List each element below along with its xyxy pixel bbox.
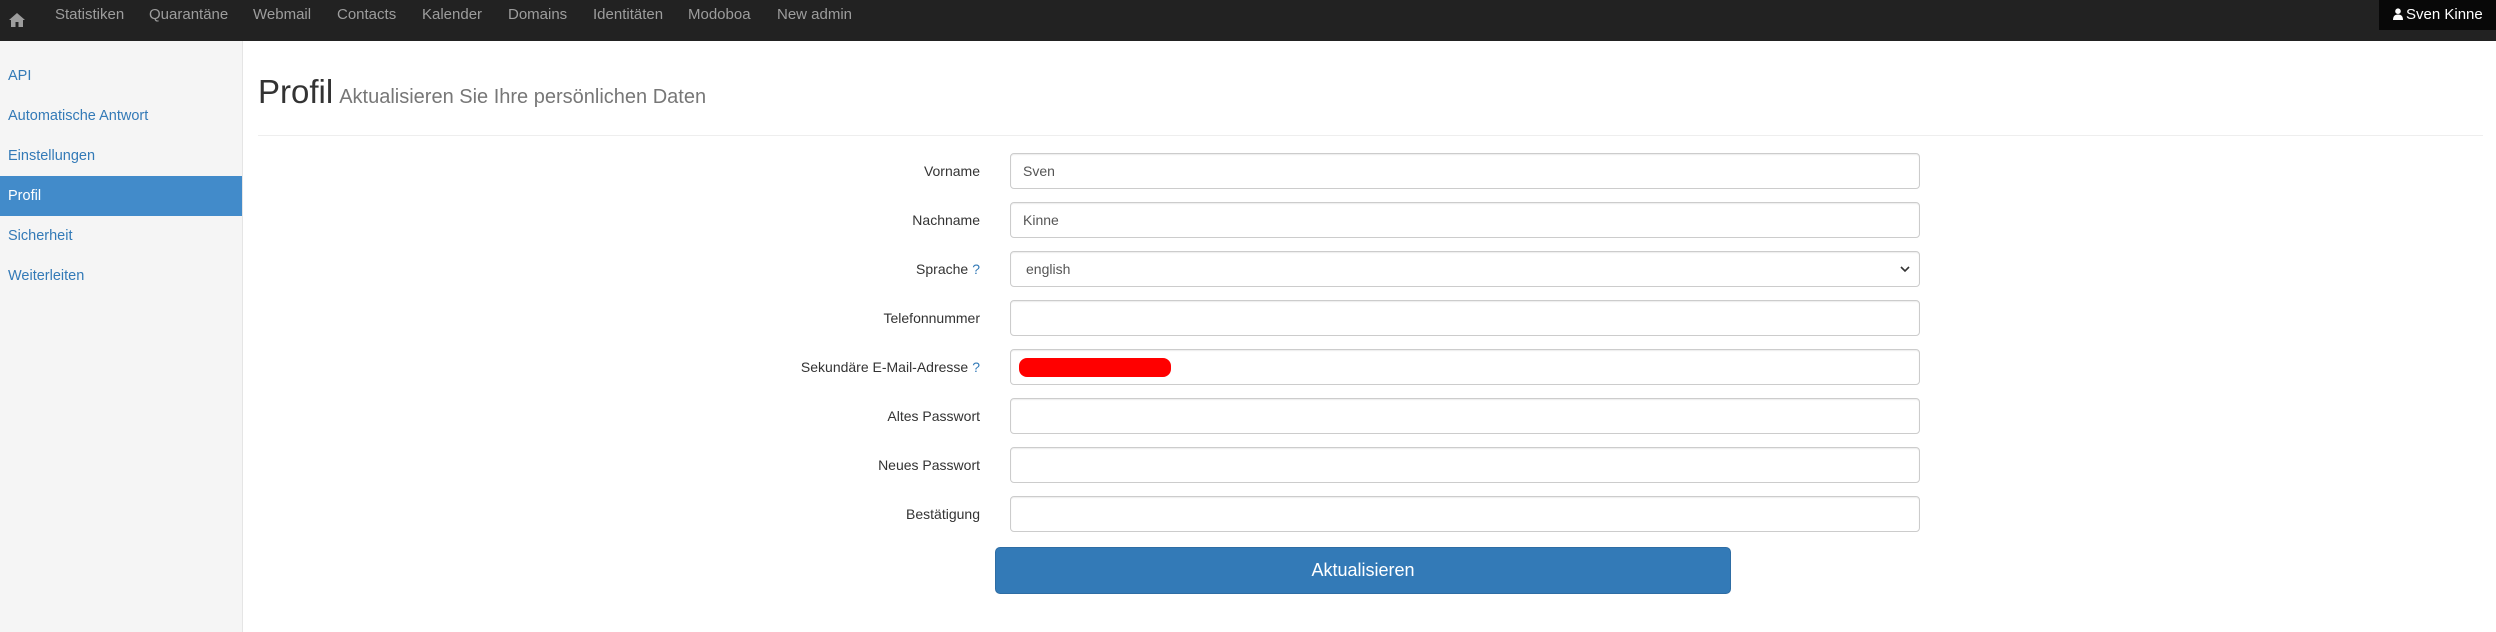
sidebar-item-automatische-antwort[interactable]: Automatische Antwort — [0, 96, 242, 136]
page-title: Profil Aktualisieren Sie Ihre persönliche… — [258, 70, 2483, 119]
language-label-text: Sprache — [916, 261, 969, 277]
new-password-input[interactable] — [1010, 447, 1920, 483]
language-label: Sprache? — [916, 259, 980, 279]
nav-item-quarantaene[interactable]: Quarantäne — [149, 0, 228, 30]
phone-input[interactable] — [1010, 300, 1920, 336]
update-button[interactable]: Aktualisieren — [995, 547, 1731, 594]
top-navbar: Statistiken Quarantäne Webmail Contacts … — [0, 0, 2496, 41]
nav-item-kalender[interactable]: Kalender — [422, 0, 482, 30]
sidebar: API Automatische Antwort Einstellungen P… — [0, 41, 243, 632]
nav-item-webmail[interactable]: Webmail — [253, 0, 311, 30]
language-help-icon[interactable]: ? — [972, 261, 980, 277]
user-menu[interactable]: Sven Kinne — [2379, 0, 2496, 30]
language-select[interactable]: english — [1010, 251, 1920, 287]
first-name-label: Vorname — [923, 163, 980, 179]
nav-item-modoboa[interactable]: Modoboa — [688, 0, 751, 30]
new-password-label: Neues Passwort — [878, 457, 980, 473]
last-name-label: Nachname — [912, 212, 980, 228]
sidebar-item-profil[interactable]: Profil — [0, 176, 242, 216]
sidebar-item-weiterleiten[interactable]: Weiterleiten — [0, 256, 242, 296]
home-icon[interactable] — [6, 8, 28, 30]
nav-item-identitaeten[interactable]: Identitäten — [593, 0, 663, 30]
redaction-mark — [1019, 358, 1171, 377]
sidebar-item-sicherheit[interactable]: Sicherheit — [0, 216, 242, 256]
nav-item-statistiken[interactable]: Statistiken — [55, 0, 124, 30]
sidebar-item-einstellungen[interactable]: Einstellungen — [0, 136, 242, 176]
phone-label: Telefonnummer — [883, 310, 981, 326]
sidebar-item-api[interactable]: API — [0, 56, 242, 96]
confirmation-label: Bestätigung — [906, 506, 980, 522]
user-icon — [2393, 1, 2403, 20]
secondary-email-label-text: Sekundäre E-Mail-Adresse — [800, 359, 969, 375]
nav-item-domains[interactable]: Domains — [508, 0, 567, 30]
page-title-text: Profil — [258, 73, 334, 110]
page-header: Profil Aktualisieren Sie Ihre persönliche… — [258, 70, 2483, 136]
old-password-input[interactable] — [1010, 398, 1920, 434]
secondary-email-help-icon[interactable]: ? — [972, 359, 980, 375]
nav-item-new-admin[interactable]: New admin — [777, 0, 852, 30]
secondary-email-label: Sekundäre E-Mail-Adresse? — [801, 357, 980, 377]
user-name: Sven Kinne — [2406, 6, 2483, 23]
last-name-input[interactable] — [1010, 202, 1920, 238]
page-subtitle: Aktualisieren Sie Ihre persönlichen Date… — [339, 86, 707, 108]
confirmation-input[interactable] — [1010, 496, 1920, 532]
nav-item-contacts[interactable]: Contacts — [337, 0, 396, 30]
first-name-input[interactable] — [1010, 153, 1920, 189]
old-password-label: Altes Passwort — [887, 408, 980, 424]
